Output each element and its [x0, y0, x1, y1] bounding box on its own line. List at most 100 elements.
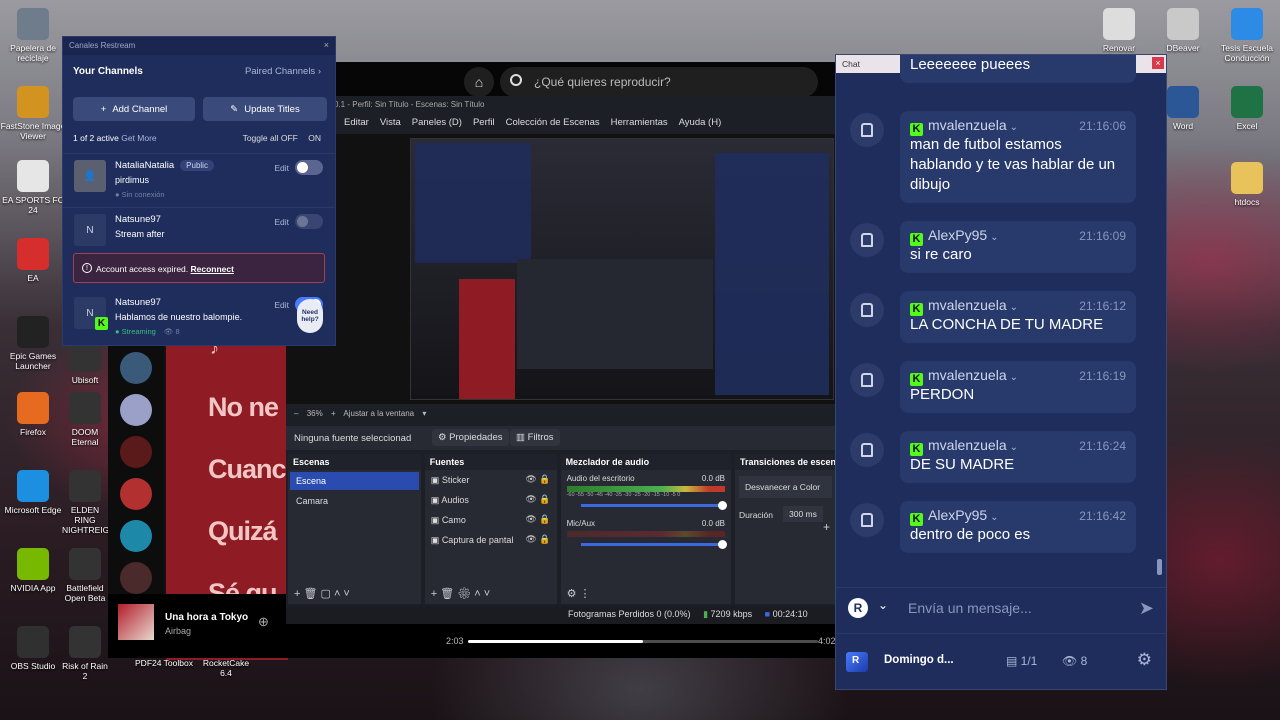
add-channel-button[interactable]: + Add Channel — [73, 97, 195, 121]
desktop-icon[interactable]: Microsoft Edge — [0, 470, 66, 515]
sources-controls[interactable]: + 🗑 ⚙ ˄ ˅ — [425, 584, 557, 604]
source-item[interactable]: ▣ Camo 👁 🔒 — [425, 510, 557, 530]
taskbar-label[interactable]: RocketCake 6.4 — [196, 658, 256, 678]
edit-button[interactable]: Edit — [274, 163, 289, 173]
source-item[interactable]: ▣ Captura de pantal 👁 🔒 — [425, 530, 557, 550]
desktop-icon[interactable]: htdocs — [1214, 162, 1280, 207]
library-avatar[interactable] — [120, 478, 152, 510]
desktop-icon[interactable]: Papelera de reciclaje — [0, 8, 66, 63]
filters-button[interactable]: ▥ Filtros — [510, 429, 560, 446]
menu-item[interactable]: Editar — [344, 117, 369, 132]
library-avatar[interactable] — [120, 352, 152, 384]
menu-item[interactable]: Vista — [380, 117, 401, 132]
add-icon[interactable]: ⊕ — [258, 614, 269, 630]
chevron-down-icon[interactable]: ⌄ — [1010, 442, 1018, 453]
paired-channels-link[interactable]: Paired Channels › — [245, 66, 321, 77]
duration-input[interactable]: 300 ms — [783, 506, 823, 522]
taskbar-label[interactable]: PDF24 Toolbox — [134, 658, 194, 668]
menu-item[interactable]: Colección de Escenas — [506, 117, 600, 132]
need-help-button[interactable]: Need help? — [297, 299, 323, 333]
desktop-icon[interactable]: Renovar — [1086, 8, 1152, 53]
desktop-icon[interactable]: NVIDIA App — [0, 548, 66, 593]
chevron-down-icon[interactable]: ⌄ — [1010, 122, 1018, 133]
desktop-icon[interactable]: Battlefield Open Beta — [62, 548, 108, 603]
visibility-lock-icon[interactable]: 👁 🔒 — [525, 474, 550, 485]
chat-username[interactable]: AlexPy95 — [928, 227, 987, 243]
desktop-icon[interactable]: FastStone Image Viewer — [0, 86, 66, 141]
chat-username[interactable]: mvalenzuela — [928, 437, 1007, 453]
track-artist[interactable]: Airbag — [165, 626, 191, 636]
scenes-controls[interactable]: + 🗑 ▢ ˄ ˅ — [288, 584, 421, 604]
visibility-lock-icon[interactable]: 👁 🔒 — [525, 514, 550, 525]
event-title[interactable]: Domingo d... — [884, 654, 954, 666]
progress-bar[interactable] — [468, 640, 818, 643]
edit-button[interactable]: Edit — [274, 300, 289, 310]
library-avatar[interactable] — [120, 520, 152, 552]
close-icon[interactable]: × — [1152, 57, 1164, 69]
album-cover[interactable] — [118, 604, 154, 640]
menu-item[interactable]: Herramientas — [611, 117, 668, 132]
chat-username[interactable]: mvalenzuela — [928, 367, 1007, 383]
spotify-search-input[interactable]: ¿Qué quieres reproducir? — [500, 67, 818, 97]
close-icon[interactable]: × — [324, 40, 329, 50]
desktop-icon[interactable]: ELDEN RING NIGHTREIGN — [62, 470, 108, 535]
track-title[interactable]: Una hora a Tokyo — [165, 612, 248, 623]
chevron-down-icon[interactable]: ⌄ — [1010, 302, 1018, 313]
chevron-down-icon[interactable]: ⌄ — [878, 598, 888, 612]
reconnect-link[interactable]: Reconnect — [191, 264, 234, 274]
toggle-all-off[interactable]: OFF — [281, 133, 298, 143]
toggle-all-on[interactable]: ON — [308, 133, 321, 143]
library-avatar[interactable] — [120, 562, 152, 594]
edit-button[interactable]: Edit — [274, 217, 289, 227]
restream-logo-icon[interactable]: R — [848, 598, 868, 618]
desktop-icon[interactable]: DBeaver — [1150, 8, 1216, 53]
gear-icon[interactable]: ⚙ — [1137, 650, 1152, 670]
transition-select[interactable]: Desvanecer a Color — [739, 476, 832, 498]
channel-toggle[interactable] — [295, 160, 323, 175]
mixer-controls[interactable]: ⚙ ⋮ — [561, 584, 731, 604]
desktop-icon[interactable]: Excel — [1214, 86, 1280, 131]
channel-state: ● Sin conexión — [115, 190, 165, 199]
desktop-icon[interactable]: Risk of Rain 2 — [62, 626, 108, 681]
library-avatar[interactable] — [120, 394, 152, 426]
send-icon[interactable]: ➤ — [1139, 598, 1154, 619]
channel-toggle[interactable] — [295, 214, 323, 229]
desktop-icon[interactable]: Tesis Escuela Conducción — [1214, 8, 1280, 63]
chevron-down-icon[interactable]: ⌄ — [990, 512, 998, 523]
chat-scrollbar[interactable] — [1157, 559, 1162, 575]
library-avatar[interactable] — [120, 436, 152, 468]
channel-state: ● Streaming 👁 8 — [115, 327, 180, 336]
desktop-icon[interactable]: Ubisoft — [62, 340, 108, 385]
scene-item[interactable]: Escena — [290, 472, 419, 490]
chat-message-input[interactable]: Envía un mensaje... — [908, 600, 1032, 616]
volume-slider[interactable] — [580, 501, 728, 510]
properties-button[interactable]: ⚙ Propiedades — [432, 429, 509, 446]
add-transition-button[interactable]: + — [823, 520, 830, 534]
desktop-icon[interactable]: DOOM Eternal — [62, 392, 108, 447]
source-item[interactable]: ▣ Audios 👁 🔒 — [425, 490, 557, 510]
chat-username[interactable]: mvalenzuela — [928, 117, 1007, 133]
obs-preview[interactable] — [286, 134, 838, 404]
chat-username[interactable]: mvalenzuela — [928, 297, 1007, 313]
menu-item[interactable]: Paneles (D) — [412, 117, 462, 132]
desktop-icon[interactable]: Firefox — [0, 392, 66, 437]
scene-item[interactable]: Camara — [290, 492, 419, 510]
desktop-icon[interactable]: EA — [0, 238, 66, 283]
visibility-lock-icon[interactable]: 👁 🔒 — [525, 534, 550, 545]
desktop-icon[interactable]: Epic Games Launcher — [0, 316, 66, 371]
visibility-lock-icon[interactable]: 👁 🔒 — [525, 494, 550, 505]
menu-item[interactable]: Ayuda (H) — [679, 117, 722, 132]
volume-slider[interactable] — [580, 540, 728, 549]
chevron-down-icon[interactable]: ⌄ — [990, 232, 998, 243]
home-icon[interactable]: ⌂ — [464, 67, 494, 97]
chat-username[interactable]: AlexPy95 — [928, 507, 987, 523]
source-item[interactable]: ▣ Sticker 👁 🔒 — [425, 470, 557, 490]
chevron-down-icon[interactable]: ⌄ — [1010, 372, 1018, 383]
fit-window[interactable]: Ajustar a la ventana — [343, 409, 414, 418]
desktop-icon[interactable]: EA SPORTS FC 24 — [0, 160, 66, 215]
update-titles-button[interactable]: ✎ Update Titles — [203, 97, 327, 121]
get-more-link[interactable]: Get More — [121, 133, 156, 143]
desktop-icon[interactable]: OBS Studio — [0, 626, 66, 671]
menu-item[interactable]: Perfil — [473, 117, 495, 132]
zoom-level[interactable]: 36% — [307, 409, 323, 418]
